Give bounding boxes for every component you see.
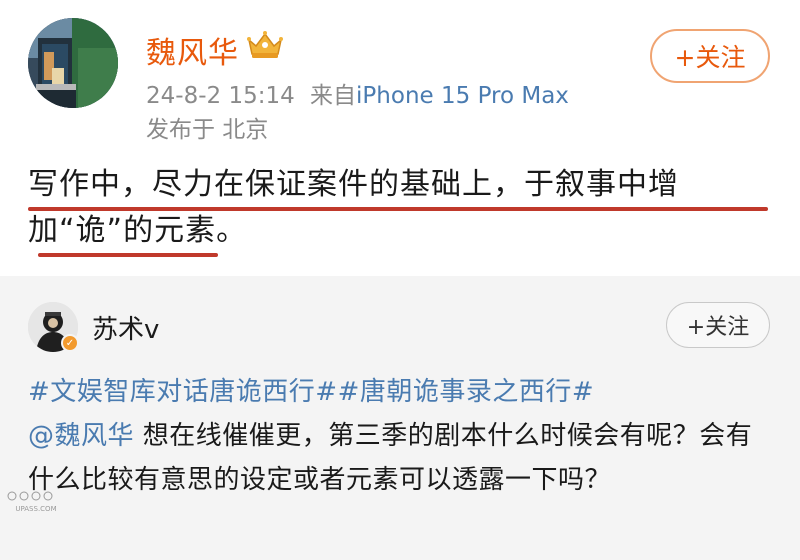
device-link[interactable]: iPhone 15 Pro Max <box>356 83 569 109</box>
post-meta: 24-8-2 15:14 来自iPhone 15 Pro Max <box>146 76 569 110</box>
source-prefix: 来自 <box>310 83 357 109</box>
comment-text: 想在线催催更，第三季的剧本什么时候会有呢？会有什么比较有意思的设定或者元素可以透… <box>28 421 753 495</box>
site-watermark: UPASS.COM <box>6 490 66 513</box>
highlight-underline <box>38 253 218 257</box>
mention-link[interactable]: @魏风华 <box>28 421 134 451</box>
weibo-post: 魏风华 +关注 24-8-2 15:14 来自iPhone 15 Pro Max… <box>0 0 800 276</box>
comment-content: #文娱智库对话唐诡西行##唐朝诡事录之西行# @魏风华 想在线催催更，第三季的剧… <box>28 370 778 502</box>
watermark-text: UPASS.COM <box>15 505 57 513</box>
commenter-name[interactable]: 苏术v <box>92 309 159 346</box>
author-avatar[interactable] <box>28 18 118 108</box>
hashtag-link[interactable]: #文娱智库对话唐诡西行##唐朝诡事录之西行# <box>28 377 594 407</box>
highlight-underline <box>28 207 768 211</box>
follow-button[interactable]: +关注 <box>650 29 770 83</box>
post-location: 发布于 北京 <box>146 117 269 143</box>
follow-button[interactable]: +关注 <box>666 302 770 348</box>
author-name[interactable]: 魏风华 <box>146 28 239 72</box>
painting-avatar-icon <box>28 18 118 108</box>
post-timestamp: 24-8-2 15:14 <box>146 83 295 109</box>
verified-badge-icon: ✓ <box>61 334 79 352</box>
comment-card: ✓ 苏术v +关注 #文娱智库对话唐诡西行##唐朝诡事录之西行# @魏风华 想在… <box>0 276 800 560</box>
watermark-logo-icon <box>7 491 53 501</box>
crown-badge-icon <box>247 31 283 58</box>
